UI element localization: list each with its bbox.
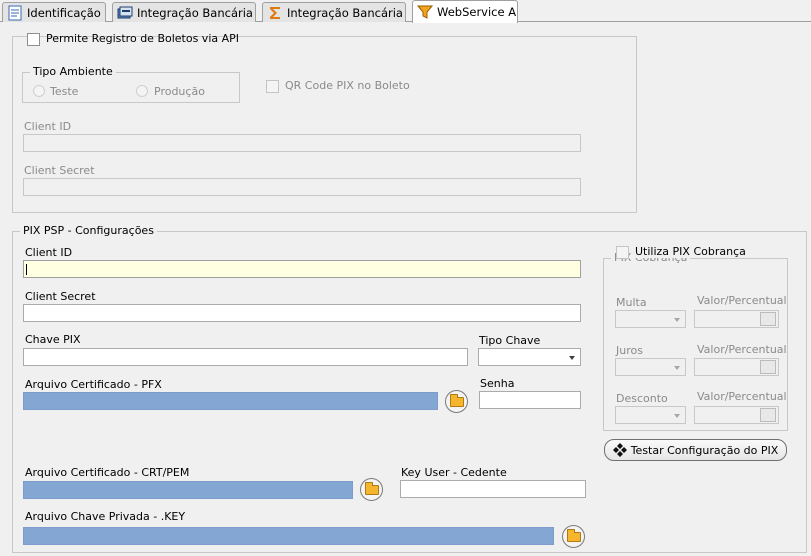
desconto-label: Desconto (616, 392, 668, 405)
tab-bar: Identificação Integração Bancária - 1 In… (0, 0, 811, 23)
tab-identificacao[interactable]: Identificação (2, 2, 106, 22)
juros-select[interactable] (615, 358, 686, 376)
utiliza-pix-cobranca-label: Utiliza PIX Cobrança (635, 245, 748, 258)
multa-valor-input[interactable] (694, 310, 779, 328)
key-browse-button[interactable] (562, 525, 585, 548)
pfx-label: Arquivo Certificado - PFX (25, 378, 162, 391)
teste-label: Teste (50, 85, 79, 98)
key-user-label: Key User - Cedente (401, 466, 507, 479)
calculator-icon (760, 408, 776, 422)
desconto-select[interactable] (615, 406, 686, 424)
chevron-down-icon (674, 366, 680, 370)
tab-integracao-bancaria-2[interactable]: Integração Bancária - 2 (262, 2, 406, 22)
pix-client-id-label: Client ID (25, 246, 73, 259)
juros-valor-input[interactable] (694, 358, 779, 376)
form-icon (8, 5, 22, 20)
chave-pix-label: Chave PIX (25, 333, 81, 346)
tab-label: Identificação (27, 5, 101, 20)
key-label: Arquivo Chave Privada - .KEY (25, 510, 186, 523)
producao-label: Produção (154, 85, 205, 98)
api-client-secret-input[interactable] (23, 178, 581, 196)
calculator-icon (760, 312, 776, 326)
folder-icon (450, 394, 464, 407)
tipo-ambiente-title: Tipo Ambiente (30, 65, 116, 78)
desconto-valor-label: Valor/Percentual (697, 390, 787, 403)
folder-icon (365, 482, 379, 495)
tipo-chave-select[interactable] (478, 348, 581, 366)
sum-icon (270, 6, 280, 19)
api-client-id-input[interactable] (23, 134, 581, 152)
tab-integracao-bancaria-1[interactable]: Integração Bancária - 1 (112, 2, 256, 22)
webservice-api-panel: Permite Registro de Boletos via API Tipo… (0, 22, 811, 556)
producao-radio[interactable] (136, 85, 148, 97)
testar-configuracao-pix-label: Testar Configuração do PIX (630, 443, 779, 457)
chevron-down-icon (674, 414, 680, 418)
bank-icon (117, 6, 133, 18)
chevron-down-icon (569, 356, 575, 360)
juros-valor-label: Valor/Percentual (697, 343, 787, 356)
api-client-secret-label: Client Secret (24, 164, 95, 177)
key-user-input[interactable] (400, 480, 586, 498)
tipo-chave-label: Tipo Chave (479, 334, 541, 347)
pfx-browse-button[interactable] (445, 390, 468, 413)
senha-input[interactable] (479, 391, 581, 409)
pix-psp-title: PIX PSP - Configurações (20, 224, 157, 237)
crt-label: Arquivo Certificado - CRT/PEM (25, 466, 190, 479)
utiliza-pix-cobranca-checkbox[interactable] (616, 246, 629, 259)
qrcode-pix-checkbox[interactable] (266, 80, 279, 93)
chave-pix-input[interactable] (23, 348, 468, 366)
pix-client-secret-input[interactable] (23, 304, 581, 322)
diamonds-icon (612, 443, 627, 457)
permite-registro-checkbox[interactable] (27, 33, 40, 46)
calculator-icon (760, 360, 776, 374)
funnel-icon (417, 5, 433, 19)
testar-configuracao-pix-button[interactable]: Testar Configuração do PIX (604, 439, 787, 461)
senha-label: Senha (480, 377, 515, 390)
tab-label: Integração Bancária - 1 (137, 5, 255, 20)
tab-label: Integração Bancária - 2 (287, 5, 405, 20)
teste-radio[interactable] (33, 85, 45, 97)
pix-client-id-input[interactable] (23, 260, 581, 278)
tab-webservice-api[interactable]: WebService API (412, 0, 518, 23)
juros-label: Juros (616, 344, 643, 357)
tab-label: WebService API (437, 5, 518, 19)
key-file-input[interactable] (23, 527, 554, 545)
api-client-id-label: Client ID (24, 120, 72, 133)
folder-icon (567, 529, 581, 542)
desconto-valor-input[interactable] (694, 406, 779, 424)
pfx-file-input[interactable] (23, 392, 438, 410)
permite-registro-label: Permite Registro de Boletos via API (46, 32, 240, 45)
qrcode-pix-label: QR Code PIX no Boleto (285, 79, 410, 92)
chevron-down-icon (674, 318, 680, 322)
multa-label: Multa (616, 296, 647, 309)
pix-client-secret-label: Client Secret (25, 290, 96, 303)
multa-valor-label: Valor/Percentual (697, 294, 787, 307)
multa-select[interactable] (615, 310, 686, 328)
crt-browse-button[interactable] (360, 478, 383, 501)
crt-file-input[interactable] (23, 481, 353, 499)
